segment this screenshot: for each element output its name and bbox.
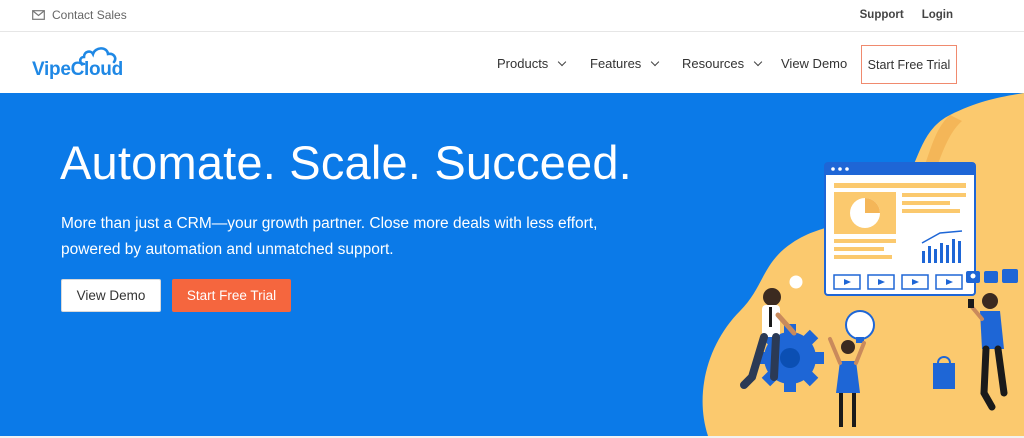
social-icons bbox=[966, 269, 1018, 283]
nav-item-label: Resources bbox=[682, 56, 745, 71]
nav-item-resources[interactable]: Resources bbox=[682, 56, 763, 71]
nav-item-products[interactable]: Products bbox=[497, 56, 567, 71]
envelope-icon bbox=[32, 10, 45, 20]
nav-menu: Products Features Resources View Demo St… bbox=[0, 32, 1024, 93]
support-link[interactable]: Support bbox=[860, 9, 904, 21]
nav-item-label: View Demo bbox=[781, 56, 848, 71]
chevron-down-icon bbox=[651, 57, 660, 66]
main-navigation: VipeCloud Products Features Resources Vi… bbox=[0, 32, 1024, 93]
top-links: Support Login bbox=[860, 9, 953, 21]
hero-section: Automate. Scale. Succeed. More than just… bbox=[0, 93, 1024, 436]
nav-item-features[interactable]: Features bbox=[590, 56, 660, 71]
contact-sales-link[interactable]: Contact Sales bbox=[32, 8, 127, 22]
nav-item-view-demo[interactable]: View Demo bbox=[781, 56, 847, 71]
login-link[interactable]: Login bbox=[922, 9, 953, 21]
contact-sales-label: Contact Sales bbox=[52, 8, 127, 22]
nav-item-label: Products bbox=[497, 56, 549, 71]
hero-headline: Automate. Scale. Succeed. bbox=[60, 136, 632, 189]
chevron-down-icon bbox=[753, 57, 763, 66]
chevron-down-icon bbox=[558, 57, 567, 66]
hero-subtext: More than just a CRM—your growth partner… bbox=[61, 215, 598, 258]
small-gear-shape bbox=[786, 272, 806, 292]
hero-illustration bbox=[702, 93, 1024, 436]
view-demo-button[interactable]: View Demo bbox=[61, 279, 161, 312]
top-utility-bar: Contact Sales Support Login bbox=[0, 0, 1024, 32]
dashboard-window bbox=[824, 162, 976, 296]
nav-start-trial-button[interactable]: Start Free Trial bbox=[861, 45, 957, 84]
start-trial-button[interactable]: Start Free Trial bbox=[172, 279, 291, 312]
nav-item-label: Features bbox=[590, 56, 642, 71]
